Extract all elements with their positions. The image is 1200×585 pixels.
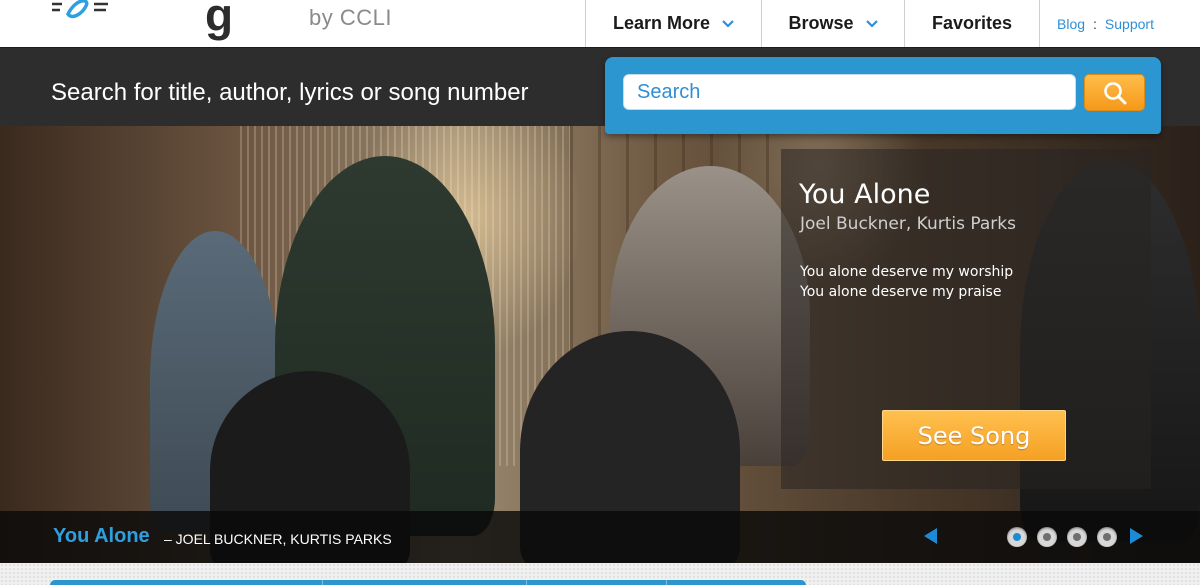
nav-browse-label: Browse <box>788 13 854 33</box>
caption-song-authors: – JOEL BUCKNER, KURTIS PARKS <box>164 531 392 547</box>
logo-tagline: by CCLI <box>309 5 392 30</box>
blog-link[interactable]: Blog <box>1057 16 1085 32</box>
previous-slide-arrow-icon[interactable] <box>924 528 937 544</box>
logo-wordmark: g <box>205 0 234 41</box>
nav-learn-more[interactable]: Learn More <box>585 0 761 47</box>
slide-dot-2[interactable] <box>1037 527 1057 547</box>
top-navigation-bar: g by CCLI Learn More Browse Favorites Bl… <box>0 0 1200 47</box>
slide-dot-4[interactable] <box>1097 527 1117 547</box>
nav-learn-more-label: Learn More <box>612 13 711 33</box>
hero-banner[interactable]: You Alone Joel Buckner, Kurtis Parks You… <box>0 126 1200 563</box>
search-prompt: Search for title, author, lyrics or song… <box>51 79 529 106</box>
search-panel <box>605 57 1161 134</box>
featured-song-lyric-line: You alone deserve my praise <box>800 284 1002 300</box>
utility-separator: : <box>1093 16 1097 32</box>
content-area-top <box>0 563 1200 585</box>
featured-song-lyric-line: You alone deserve my worship <box>800 264 1014 280</box>
chevron-down-icon <box>865 19 878 28</box>
search-input[interactable] <box>623 74 1076 110</box>
nav-favorites[interactable]: Favorites <box>904 0 1040 47</box>
nav-browse[interactable]: Browse <box>761 0 904 47</box>
search-button[interactable] <box>1084 74 1145 111</box>
slide-dot-3[interactable] <box>1067 527 1087 547</box>
next-slide-arrow-icon[interactable] <box>1130 528 1143 544</box>
support-link[interactable]: Support <box>1105 16 1154 32</box>
slide-caption-bar: You Alone – JOEL BUCKNER, KURTIS PARKS <box>0 511 1200 563</box>
slide-dot-1[interactable] <box>1007 527 1027 547</box>
content-tabs-bar[interactable] <box>50 580 806 585</box>
see-song-button[interactable]: See Song <box>882 410 1066 461</box>
search-icon <box>1103 81 1126 104</box>
nav-favorites-label: Favorites <box>931 13 1013 33</box>
featured-song-authors: Joel Buckner, Kurtis Parks <box>800 214 1016 234</box>
main-nav: Learn More Browse Favorites <box>585 0 1040 47</box>
chevron-down-icon <box>722 19 734 28</box>
utility-links: Blog: Support <box>1057 16 1154 32</box>
songselect-logo-icon[interactable] <box>48 0 114 32</box>
caption-song-title[interactable]: You Alone <box>53 525 150 548</box>
featured-song-title: You Alone <box>799 179 931 210</box>
